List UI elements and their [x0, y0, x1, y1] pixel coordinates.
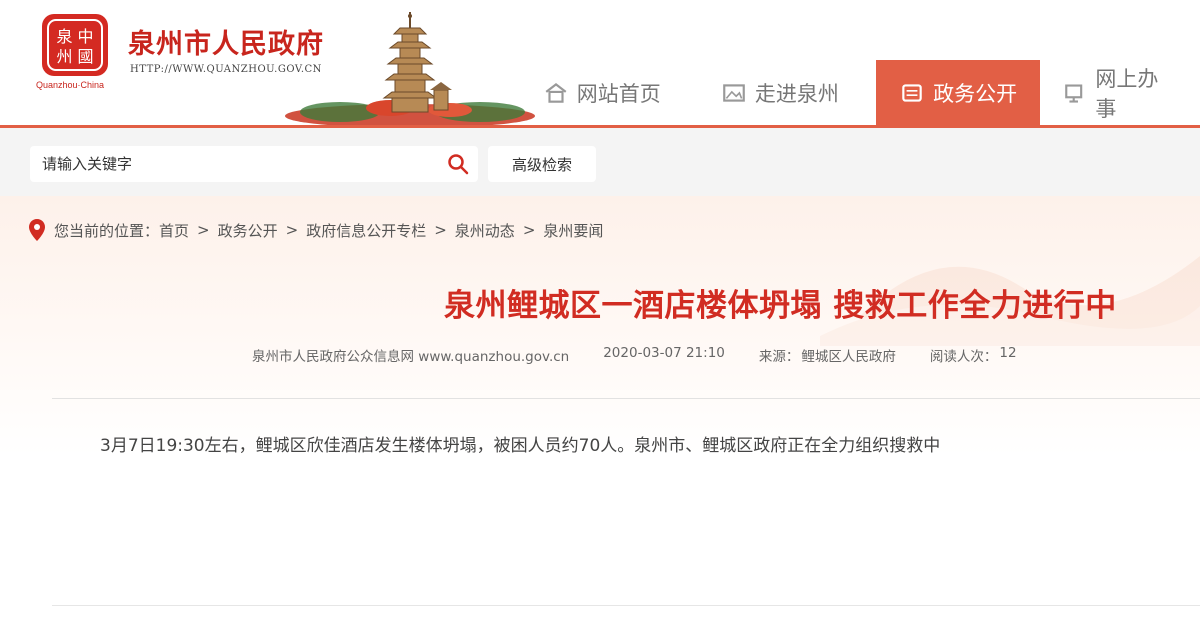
search-icon[interactable] [446, 152, 470, 176]
article-title: 泉州鲤城区一酒店楼体坍塌 搜救工作全力进行中 [444, 288, 1117, 324]
nav-item-about-quanzhou[interactable]: 走进泉州 [683, 60, 876, 126]
monitor-icon [1065, 84, 1083, 103]
article-source: 来源： 鲤城区人民政府 [759, 345, 896, 365]
city-seal-logo[interactable]: 泉 中 州 國 [40, 12, 110, 78]
article-views: 阅读人次： 12 [930, 345, 1017, 365]
location-pin-icon [29, 219, 45, 241]
search-bar: 高级检索 [0, 128, 1200, 196]
nav-item-government-affairs[interactable]: 政务公开 [876, 60, 1040, 126]
nav-item-label: 走进泉州 [754, 82, 839, 106]
source-label: 来源： [758, 349, 800, 365]
search-box [30, 146, 478, 182]
article-divider [52, 398, 1200, 399]
nav-item-online-services[interactable]: 网上办事 [1040, 60, 1200, 126]
svg-text:泉 中: 泉 中 [56, 27, 93, 46]
breadcrumb-home[interactable]: 首页 [159, 220, 189, 241]
pagoda-illustration [285, 12, 535, 128]
breadcrumb-government-affairs[interactable]: 政务公开 [218, 220, 278, 241]
breadcrumb-quanzhou-headlines[interactable]: 泉州要闻 [543, 220, 603, 241]
home-icon [545, 82, 567, 103]
breadcrumb-separator: > [522, 221, 536, 239]
article-meta: 泉州市人民政府公众信息网 www.quanzhou.gov.cn 2020-03… [252, 345, 1017, 365]
breadcrumb: 您当前的位置： 首页 > 政务公开 > 政府信息公开专栏 > 泉州动态 > 泉州… [28, 216, 603, 244]
article-datetime: 2020-03-07 21:10 [603, 345, 725, 361]
nav-item-label: 政务公开 [933, 82, 1018, 106]
landscape-icon [723, 84, 745, 102]
main-nav: 网站首页 走进泉州 政务公开 网上办事 [520, 60, 1200, 126]
breadcrumb-info-disclosure[interactable]: 政府信息公开专栏 [306, 220, 426, 241]
article-footer-divider [52, 605, 1200, 606]
nav-item-home[interactable]: 网站首页 [520, 60, 683, 126]
article-source-site: 泉州市人民政府公众信息网 www.quanzhou.gov.cn [252, 349, 570, 365]
advanced-search-button[interactable]: 高级检索 [488, 146, 596, 182]
breadcrumb-separator: > [197, 221, 210, 239]
views-value: 12 [999, 345, 1017, 361]
breadcrumb-prefix: 您当前的位置： [54, 221, 160, 240]
breadcrumb-quanzhou-news[interactable]: 泉州动态 [455, 220, 515, 241]
logo-caption: Quanzhou·China [36, 80, 105, 90]
article-body: 3月7日19:30左右，鲤城区欣佳酒店发生楼体坍塌，被困人员约70人。泉州市、鲤… [100, 436, 941, 456]
breadcrumb-separator: > [434, 221, 447, 239]
site-header: 泉 中 州 國 Quanzhou·China 泉州市人民政府 HTTP://WW… [0, 0, 1200, 128]
document-icon [902, 84, 922, 102]
search-input[interactable] [40, 146, 430, 182]
svg-text:州 國: 州 國 [56, 47, 93, 66]
breadcrumb-separator: > [285, 221, 299, 239]
nav-item-label: 网上办事 [1095, 67, 1159, 121]
views-label: 阅读人次： [929, 349, 998, 365]
source-value: 鲤城区人民政府 [801, 349, 896, 365]
nav-item-label: 网站首页 [576, 82, 661, 106]
